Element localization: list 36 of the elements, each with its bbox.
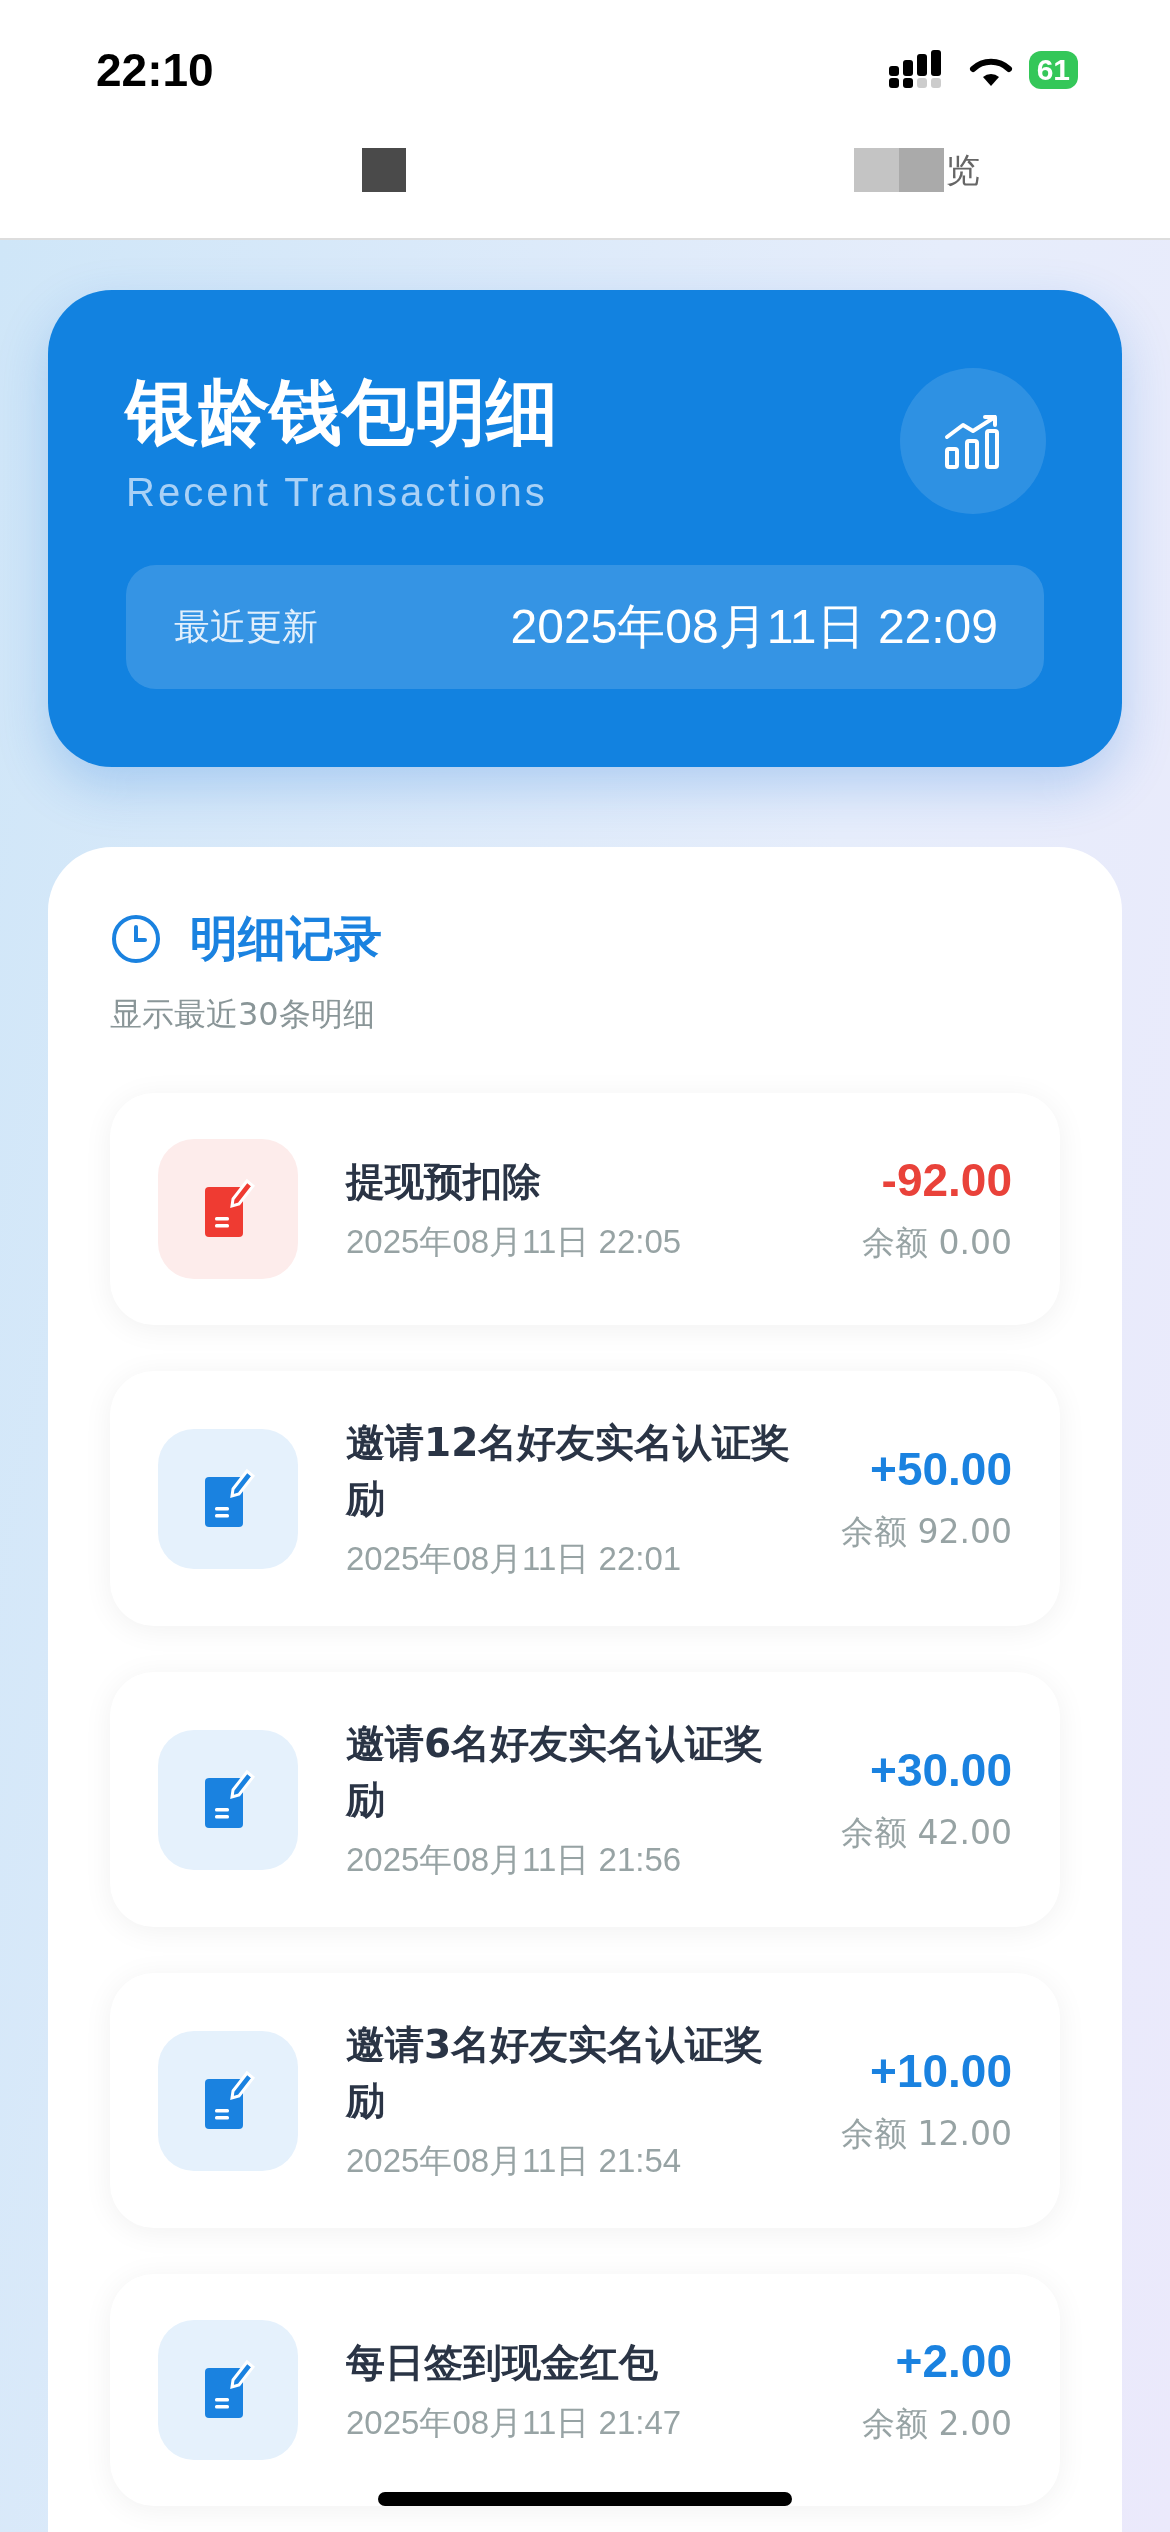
transaction-time: 2025年08月11日 21:54 bbox=[346, 2141, 683, 2181]
transaction-title: 邀请3名好友实名认证奖励 bbox=[346, 2021, 765, 2125]
transaction-amount: +30.00 bbox=[870, 1743, 1012, 1797]
transaction-amount: -92.00 bbox=[881, 1152, 1012, 1207]
page-title: 银龄钱包明细 bbox=[126, 372, 558, 452]
transaction-time: 2025年08月11日 22:05 bbox=[346, 1221, 683, 1262]
transaction-title: 邀请6名好友实名认证奖励 bbox=[346, 1720, 765, 1824]
update-label: 最近更新 bbox=[174, 604, 318, 649]
transaction-card[interactable]: 每日签到现金红包 2025年08月11日 21:47 +2.00 余额 2.00 bbox=[110, 2274, 1060, 2506]
page-subtitle: Recent Transactions bbox=[126, 470, 549, 515]
transaction-card[interactable]: 邀请6名好友实名认证奖励 2025年08月11日 21:56 +30.00 余额 42.00 bbox=[110, 1672, 1060, 1927]
redaction-block bbox=[362, 148, 406, 192]
transaction-amount: +10.00 bbox=[870, 2044, 1012, 2098]
clock-icon bbox=[110, 913, 162, 965]
status-time: 22:10 bbox=[96, 43, 214, 97]
balance-text: 余额 0.00 bbox=[862, 1221, 1012, 1264]
transaction-title: 每日签到现金红包 bbox=[346, 2338, 659, 2387]
battery-icon: 61 bbox=[1028, 51, 1078, 89]
update-time: 2025年08月11日 22:09 bbox=[510, 599, 998, 655]
balance-text: 余额 2.00 bbox=[862, 2402, 1012, 2445]
section-title: 明细记录 bbox=[190, 909, 382, 968]
transaction-amount: +2.00 bbox=[895, 2333, 1012, 2388]
section-subtitle: 显示最近30条明细 bbox=[110, 994, 376, 1035]
nav-title: 览 bbox=[946, 149, 980, 192]
balance-text: 余额 92.00 bbox=[841, 1511, 1012, 1553]
transaction-card[interactable]: 邀请3名好友实名认证奖励 2025年08月11日 21:54 +10.00 余额 12.00 bbox=[110, 1973, 1060, 2228]
transaction-card[interactable]: 提现预扣除 2025年08月11日 22:05 -92.00 余额 0.00 bbox=[110, 1093, 1060, 1325]
transaction-title: 邀请12名好友实名认证奖励 bbox=[346, 1419, 792, 1523]
balance-text: 余额 12.00 bbox=[841, 2113, 1012, 2155]
transaction-title: 提现预扣除 bbox=[346, 1157, 542, 1206]
transaction-time: 2025年08月11日 22:01 bbox=[346, 1539, 683, 1579]
transaction-amount: +50.00 bbox=[870, 1442, 1012, 1496]
transaction-time: 2025年08月11日 21:47 bbox=[346, 2402, 683, 2443]
transaction-card[interactable]: 邀请12名好友实名认证奖励 2025年08月11日 22:01 +50.00 余额 92.00 bbox=[110, 1371, 1060, 1626]
balance-text: 余额 42.00 bbox=[841, 1812, 1012, 1854]
transaction-time: 2025年08月11日 21:56 bbox=[346, 1840, 683, 1880]
